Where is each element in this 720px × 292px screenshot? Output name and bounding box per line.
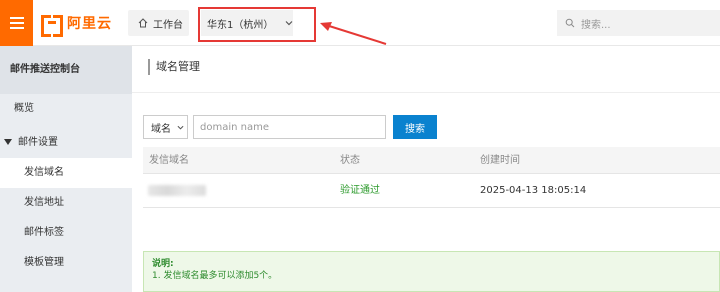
sidebar: 邮件推送控制台 概览 邮件设置 发信域名 发信地址 邮件标签 模板管理 — [0, 46, 132, 292]
sidebar-title: 邮件推送控制台 — [0, 46, 132, 94]
sidebar-item-label: 发信地址 — [24, 197, 64, 208]
notice-line: 1. 发信域名最多可以添加5个。 — [152, 271, 278, 281]
column-header-status[interactable]: 状态 — [340, 147, 360, 174]
page-title: 域名管理 — [148, 59, 200, 75]
chevron-down-icon — [177, 125, 184, 130]
divider — [132, 92, 720, 93]
notice-title: 说明: — [152, 259, 174, 269]
workspace-button[interactable]: 工作台 — [128, 10, 189, 36]
annotation-arrow-icon — [320, 22, 387, 45]
sidebar-item-sending-addresses[interactable]: 发信地址 — [0, 188, 132, 218]
sidebar-item-label: 邮件设置 — [18, 137, 58, 148]
home-icon — [138, 18, 148, 28]
menu-line — [9, 22, 24, 24]
column-header-domain[interactable]: 发信域名 — [149, 147, 189, 174]
notice-box: 说明: 1. 发信域名最多可以添加5个。 — [143, 251, 720, 292]
logo-text: 阿里云 — [67, 16, 112, 32]
caret-down-icon — [4, 139, 12, 145]
created-time: 2025-04-13 18:05:14 — [480, 185, 587, 196]
domain-search-input[interactable] — [193, 115, 386, 139]
aliyun-logo[interactable]: 阿里云 — [41, 14, 112, 37]
column-header-created[interactable]: 创建时间 — [480, 147, 520, 174]
sidebar-item-mail-tags[interactable]: 邮件标签 — [0, 218, 132, 248]
global-search[interactable]: 搜索... — [557, 10, 720, 36]
global-search-placeholder: 搜索... — [581, 19, 611, 31]
sidebar-item-overview[interactable]: 概览 — [0, 94, 132, 124]
search-icon — [565, 18, 575, 28]
menu-line — [9, 17, 24, 19]
table-header: 发信域名 状态 创建时间 — [143, 147, 720, 174]
filter-type-value: 域名 — [151, 123, 171, 135]
aliyun-logo-icon — [41, 15, 63, 37]
sidebar-group-mail-settings[interactable]: 邮件设置 — [0, 128, 132, 158]
hamburger-menu-button[interactable] — [0, 0, 33, 46]
menu-line — [9, 27, 24, 29]
sidebar-item-label: 邮件标签 — [24, 227, 64, 238]
status-badge: 验证通过 — [340, 185, 380, 196]
search-button[interactable]: 搜索 — [393, 115, 437, 139]
filter-type-select[interactable]: 域名 — [143, 115, 188, 139]
sidebar-item-sending-domains[interactable]: 发信域名 — [0, 158, 132, 188]
workspace-label: 工作台 — [153, 19, 183, 31]
sidebar-item-label: 模板管理 — [24, 257, 64, 268]
table-row[interactable]: 验证通过 2025-04-13 18:05:14 — [143, 174, 720, 208]
annotation-highlight-box — [198, 7, 316, 42]
sidebar-item-label: 发信域名 — [24, 167, 64, 178]
redacted-domain-value — [148, 185, 206, 196]
sidebar-item-templates[interactable]: 模板管理 — [0, 248, 132, 278]
top-navigation-bar: 阿里云 工作台 华东1（杭州） 搜索... — [0, 0, 720, 46]
sidebar-item-label: 概览 — [14, 103, 34, 114]
